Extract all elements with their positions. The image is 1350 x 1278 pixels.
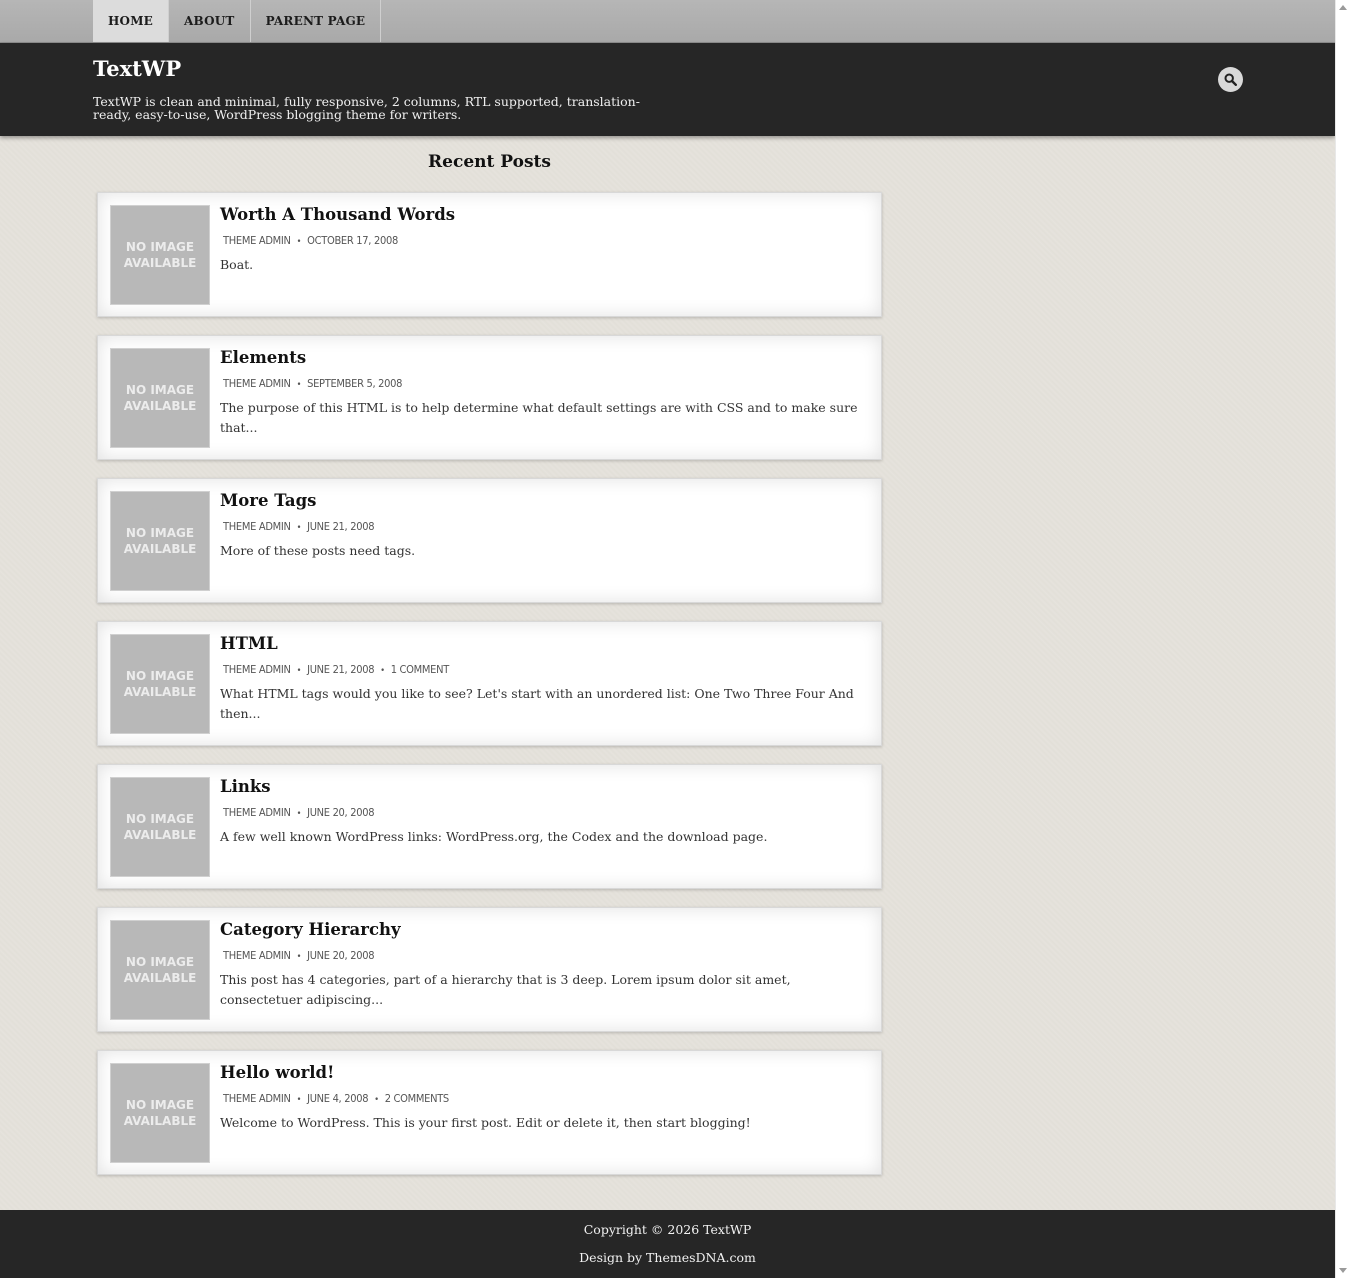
meta-separator: • [296, 237, 302, 247]
thumbnail-text: NO IMAGE [125, 955, 195, 969]
post-date[interactable]: JUNE 21, 2008 [307, 663, 374, 676]
meta-separator: • [296, 380, 302, 390]
post-excerpt: Boat. [220, 257, 254, 272]
post-author[interactable]: THEME ADMIN [223, 949, 291, 962]
thumbnail-text: NO IMAGE [125, 383, 195, 397]
post-excerpt: What HTML tags would you like to see? Le… [220, 686, 854, 721]
post-card: NO IMAGE AVAILABLE Links THEME ADMIN • JUNE 2… [97, 764, 882, 889]
post-meta: THEME ADMIN • JUNE 20, 2008 [223, 806, 375, 819]
post-meta: THEME ADMIN • JUNE 21, 2008 [223, 520, 375, 533]
site-description: TextWP is clean and minimal, fully respo… [93, 94, 640, 122]
post-author[interactable]: THEME ADMIN [223, 806, 291, 819]
post-title[interactable]: Elements [220, 348, 306, 367]
post-title[interactable]: Links [220, 777, 271, 796]
top-navigation: HOME ABOUT PARENT PAGE [0, 0, 1335, 43]
post-title[interactable]: Hello world! [220, 1063, 334, 1082]
post-thumbnail[interactable]: NO IMAGE AVAILABLE [110, 777, 210, 877]
post-meta: THEME ADMIN • JUNE 4, 2008 • 2 COMMENTS [223, 1092, 449, 1105]
nav-item-parent-page[interactable]: PARENT PAGE [251, 0, 382, 42]
post-thumbnail[interactable]: NO IMAGE AVAILABLE [110, 920, 210, 1020]
footer-copyright: Copyright © 2026 TextWP [583, 1222, 752, 1237]
post-author[interactable]: THEME ADMIN [223, 234, 291, 247]
scroll-down-arrow-icon[interactable] [1339, 1268, 1347, 1273]
meta-separator: • [374, 1095, 379, 1105]
post-excerpt: Welcome to WordPress. This is your first… [220, 1115, 751, 1130]
nav-item-home[interactable]: HOME [93, 0, 170, 42]
post-card: NO IMAGE AVAILABLE More Tags THEME ADMIN • JU… [97, 478, 882, 603]
post-card: NO IMAGE AVAILABLE HTML THEME ADMIN • JUNE 21… [97, 621, 882, 746]
thumbnail-text: NO IMAGE [125, 526, 195, 540]
footer-credit[interactable]: Design by ThemesDNA.com [0, 1250, 1335, 1265]
post-meta: THEME ADMIN • SEPTEMBER 5, 2008 [223, 377, 402, 390]
meta-separator: • [296, 809, 302, 819]
thumbnail-text: NO IMAGE [125, 669, 195, 683]
recent-posts-heading: Recent Posts [428, 152, 551, 172]
post-excerpt: A few well known WordPress links: WordPr… [220, 829, 768, 844]
thumbnail-text: NO IMAGE [125, 1098, 195, 1112]
post-meta: THEME ADMIN • OCTOBER 17, 2008 [223, 234, 398, 247]
site-footer: Copyright © 2026 TextWP Design by Themes… [0, 1210, 1335, 1278]
post-title[interactable]: HTML [220, 634, 278, 653]
post-thumbnail[interactable]: NO IMAGE AVAILABLE [110, 491, 210, 591]
meta-separator: • [380, 666, 385, 676]
post-thumbnail[interactable]: NO IMAGE AVAILABLE [110, 1063, 210, 1163]
post-date[interactable]: JUNE 21, 2008 [307, 520, 374, 533]
post-author[interactable]: THEME ADMIN [223, 1092, 291, 1105]
thumbnail-text: AVAILABLE [123, 399, 197, 413]
thumbnail-text: AVAILABLE [123, 1114, 197, 1128]
nav-item-about[interactable]: ABOUT [169, 0, 251, 42]
post-date[interactable]: SEPTEMBER 5, 2008 [307, 377, 402, 390]
meta-separator: • [296, 952, 302, 962]
post-author[interactable]: THEME ADMIN [223, 663, 291, 676]
post-card: NO IMAGE AVAILABLE Elements THEME ADMIN • SEP… [97, 335, 882, 460]
search-icon [1224, 73, 1237, 86]
post-date[interactable]: JUNE 4, 2008 [307, 1092, 368, 1105]
post-excerpt: The purpose of this HTML is to help dete… [220, 400, 858, 435]
post-excerpt: More of these posts need tags. [220, 543, 416, 558]
post-author[interactable]: THEME ADMIN [223, 377, 291, 390]
thumbnail-text: AVAILABLE [123, 828, 197, 842]
post-title[interactable]: More Tags [220, 491, 316, 510]
post-date[interactable]: JUNE 20, 2008 [307, 949, 374, 962]
nav-menu: HOME ABOUT PARENT PAGE [93, 0, 382, 43]
post-comments-link[interactable]: 2 COMMENTS [385, 1092, 450, 1105]
thumbnail-text: NO IMAGE [125, 812, 195, 826]
thumbnail-text: AVAILABLE [123, 971, 197, 985]
thumbnail-text: AVAILABLE [123, 256, 197, 270]
meta-separator: • [296, 523, 302, 533]
post-card: NO IMAGE AVAILABLE Hello world! THEME ADMIN… [97, 1050, 882, 1175]
post-title[interactable]: Category Hierarchy [220, 920, 401, 939]
post-thumbnail[interactable]: NO IMAGE AVAILABLE [110, 205, 210, 305]
post-meta: THEME ADMIN • JUNE 20, 2008 [223, 949, 375, 962]
site-header: TextWP TextWP is clean and minimal, full… [0, 43, 1335, 136]
site-title[interactable]: TextWP [93, 56, 181, 81]
post-thumbnail[interactable]: NO IMAGE AVAILABLE [110, 348, 210, 448]
post-comments-link[interactable]: 1 COMMENT [391, 663, 450, 676]
post-meta: THEME ADMIN • JUNE 21, 2008 • 1 COMMENT [223, 663, 449, 676]
vertical-scrollbar[interactable] [1335, 0, 1350, 1278]
thumbnail-text: AVAILABLE [123, 685, 197, 699]
thumbnail-text: AVAILABLE [123, 542, 197, 556]
post-excerpt: This post has 4 categories, part of a hi… [220, 972, 791, 1007]
meta-separator: • [296, 666, 302, 676]
post-thumbnail[interactable]: NO IMAGE AVAILABLE [110, 634, 210, 734]
post-card: NO IMAGE AVAILABLE Category Hierarchy THEME… [97, 907, 882, 1032]
meta-separator: • [296, 1095, 302, 1105]
post-date[interactable]: JUNE 20, 2008 [307, 806, 374, 819]
post-date[interactable]: OCTOBER 17, 2008 [307, 234, 398, 247]
post-author[interactable]: THEME ADMIN [223, 520, 291, 533]
post-title[interactable]: Worth A Thousand Words [220, 205, 455, 224]
post-card: NO IMAGE AVAILABLE Worth A Thousand Words T… [97, 192, 882, 317]
scroll-up-arrow-icon[interactable] [1339, 5, 1347, 10]
thumbnail-text: NO IMAGE [125, 240, 195, 254]
page-background: HOME ABOUT PARENT PAGE TextWP TextWP is … [0, 0, 1335, 1278]
search-button[interactable] [1218, 67, 1243, 92]
